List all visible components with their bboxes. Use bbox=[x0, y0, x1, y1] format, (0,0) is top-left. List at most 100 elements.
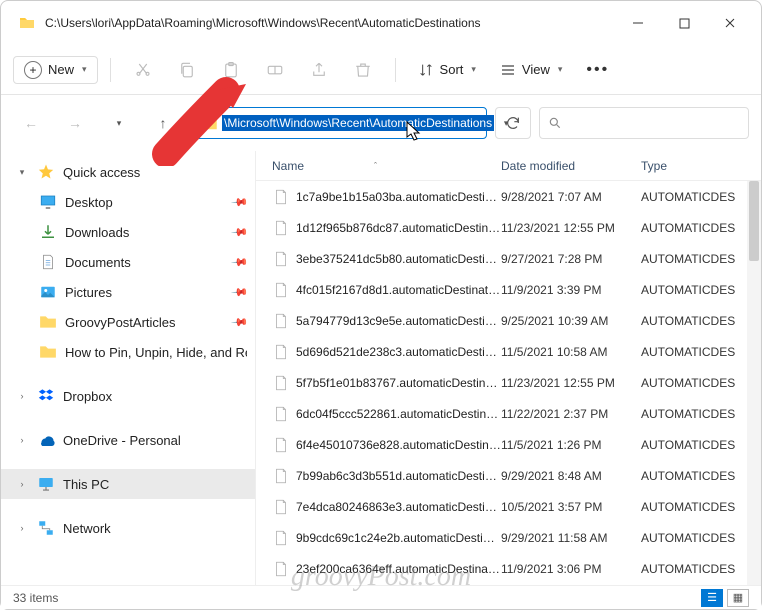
search-input[interactable] bbox=[539, 107, 749, 139]
share-button[interactable] bbox=[299, 52, 339, 88]
folder-icon bbox=[198, 113, 218, 133]
file-row[interactable]: 6dc04f5ccc522861.automaticDestination..1… bbox=[256, 398, 761, 429]
col-type[interactable]: Type bbox=[641, 159, 761, 173]
chevron-right-icon[interactable]: › bbox=[15, 391, 29, 401]
col-name[interactable]: Nameˆ bbox=[256, 159, 501, 173]
chevron-right-icon[interactable]: › bbox=[15, 479, 29, 489]
chevron-right-icon[interactable]: › bbox=[15, 523, 29, 533]
file-row[interactable]: 1d12f965b876dc87.automaticDestination..1… bbox=[256, 212, 761, 243]
pictures-icon bbox=[39, 283, 57, 301]
new-button[interactable]: + New ▾ bbox=[13, 56, 98, 84]
recent-button[interactable]: ▾ bbox=[101, 105, 137, 141]
sidebar-item-onedrive[interactable]: › OneDrive - Personal bbox=[1, 425, 255, 455]
pin-icon: 📌 bbox=[231, 283, 250, 302]
address-row: ← → ▾ ↑ \Microsoft\Windows\Recent\Automa… bbox=[1, 95, 761, 151]
file-row[interactable]: 7b99ab6c3d3b551d.automaticDestination..9… bbox=[256, 460, 761, 491]
file-row[interactable]: 4fc015f2167d8d1.automaticDestinations-..… bbox=[256, 274, 761, 305]
file-row[interactable]: 9b9cdc69c1c24e2b.automaticDestination..9… bbox=[256, 522, 761, 553]
file-icon bbox=[272, 281, 290, 299]
sidebar-item-documents[interactable]: Documents 📌 bbox=[1, 247, 255, 277]
folder-icon bbox=[39, 343, 57, 361]
dropbox-icon bbox=[37, 387, 55, 405]
sidebar-item-pictures[interactable]: Pictures 📌 bbox=[1, 277, 255, 307]
file-icon bbox=[272, 560, 290, 578]
toolbar: + New ▾ Sort ▾ View ▾ ••• bbox=[1, 45, 761, 95]
window-title: C:\Users\lori\AppData\Roaming\Microsoft\… bbox=[45, 16, 615, 30]
chevron-right-icon[interactable]: › bbox=[15, 435, 29, 445]
file-icon bbox=[272, 405, 290, 423]
column-header: Nameˆ Date modified Type bbox=[256, 151, 761, 181]
file-icon bbox=[272, 188, 290, 206]
status-count: 33 items bbox=[13, 591, 58, 605]
scrollbar-thumb[interactable] bbox=[749, 181, 759, 261]
details-view-button[interactable]: ☰ bbox=[701, 589, 723, 607]
chevron-down-icon[interactable]: ▾ bbox=[494, 118, 518, 129]
close-button[interactable] bbox=[707, 7, 753, 39]
plus-icon: + bbox=[24, 61, 42, 79]
maximize-button[interactable] bbox=[661, 7, 707, 39]
view-icon bbox=[500, 62, 516, 78]
sidebar-item-groovy[interactable]: GroovyPostArticles 📌 bbox=[1, 307, 255, 337]
file-row[interactable]: 6f4e45010736e828.automaticDestination..1… bbox=[256, 429, 761, 460]
folder-icon bbox=[19, 15, 35, 31]
scrollbar[interactable] bbox=[747, 181, 761, 605]
sort-icon bbox=[418, 62, 434, 78]
file-row[interactable]: 5a794779d13c9e5e.automaticDestination..9… bbox=[256, 305, 761, 336]
file-list: Nameˆ Date modified Type 1c7a9be1b15a03b… bbox=[256, 151, 761, 605]
rename-button[interactable] bbox=[255, 52, 295, 88]
sidebar-item-dropbox[interactable]: › Dropbox bbox=[1, 381, 255, 411]
file-icon bbox=[272, 529, 290, 547]
sidebar-item-desktop[interactable]: Desktop 📌 bbox=[1, 187, 255, 217]
cut-button[interactable] bbox=[123, 52, 163, 88]
sidebar-item-howto[interactable]: How to Pin, Unpin, Hide, and Re bbox=[1, 337, 255, 367]
sort-button[interactable]: Sort ▾ bbox=[408, 58, 486, 82]
delete-button[interactable] bbox=[343, 52, 383, 88]
file-row[interactable]: 5f7b5f1e01b83767.automaticDestination..1… bbox=[256, 367, 761, 398]
file-icon bbox=[272, 312, 290, 330]
copy-button[interactable] bbox=[167, 52, 207, 88]
file-icon bbox=[272, 250, 290, 268]
pin-icon: 📌 bbox=[231, 313, 250, 332]
address-path: \Microsoft\Windows\Recent\AutomaticDesti… bbox=[222, 115, 494, 131]
up-button[interactable]: ↑ bbox=[145, 105, 181, 141]
pin-icon: 📌 bbox=[231, 193, 250, 212]
file-icon bbox=[272, 498, 290, 516]
file-row[interactable]: 3ebe375241dc5b80.automaticDestination..9… bbox=[256, 243, 761, 274]
file-icon bbox=[272, 467, 290, 485]
file-row[interactable]: 7e4dca80246863e3.automaticDestination..1… bbox=[256, 491, 761, 522]
file-row[interactable]: 23ef200ca6364eff.automaticDestinations-.… bbox=[256, 553, 761, 584]
folder-icon bbox=[39, 313, 57, 331]
more-button[interactable]: ••• bbox=[576, 57, 619, 83]
document-icon bbox=[39, 253, 57, 271]
file-row[interactable]: 1c7a9be1b15a03ba.automaticDestination..9… bbox=[256, 181, 761, 212]
status-bar: 33 items ☰ ▦ bbox=[1, 585, 761, 609]
col-date[interactable]: Date modified bbox=[501, 159, 641, 173]
sidebar-item-downloads[interactable]: Downloads 📌 bbox=[1, 217, 255, 247]
file-row[interactable]: 5d696d521de238c3.automaticDestination..1… bbox=[256, 336, 761, 367]
desktop-icon bbox=[39, 193, 57, 211]
onedrive-icon bbox=[37, 431, 55, 449]
address-bar[interactable]: \Microsoft\Windows\Recent\AutomaticDesti… bbox=[189, 107, 487, 139]
chevron-down-icon[interactable]: ▾ bbox=[15, 167, 29, 178]
this-pc-icon bbox=[37, 475, 55, 493]
minimize-button[interactable] bbox=[615, 7, 661, 39]
network-icon bbox=[37, 519, 55, 537]
title-bar: C:\Users\lori\AppData\Roaming\Microsoft\… bbox=[1, 1, 761, 45]
navigation-pane: ▾ Quick access Desktop 📌 Downloads 📌 Doc… bbox=[1, 151, 256, 605]
file-icon bbox=[272, 374, 290, 392]
forward-button[interactable]: → bbox=[57, 105, 93, 141]
paste-button[interactable] bbox=[211, 52, 251, 88]
file-icon bbox=[272, 343, 290, 361]
star-icon bbox=[37, 163, 55, 181]
back-button[interactable]: ← bbox=[13, 105, 49, 141]
view-button[interactable]: View ▾ bbox=[490, 58, 572, 82]
file-icon bbox=[272, 219, 290, 237]
icons-view-button[interactable]: ▦ bbox=[727, 589, 749, 607]
search-icon bbox=[548, 116, 562, 130]
sidebar-item-network[interactable]: › Network bbox=[1, 513, 255, 543]
sidebar-item-quick-access[interactable]: ▾ Quick access bbox=[1, 157, 255, 187]
main-area: ▾ Quick access Desktop 📌 Downloads 📌 Doc… bbox=[1, 151, 761, 605]
chevron-down-icon: ▾ bbox=[558, 64, 563, 75]
sidebar-item-this-pc[interactable]: › This PC bbox=[1, 469, 255, 499]
sort-asc-icon: ˆ bbox=[374, 161, 377, 171]
